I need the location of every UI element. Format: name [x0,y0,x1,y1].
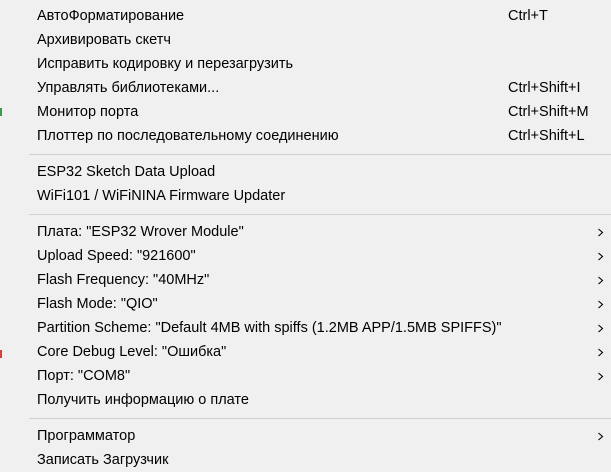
chevron-right-icon [597,424,607,448]
menu-group-editing: АвтоФорматирование Ctrl+T Архивировать с… [0,4,611,148]
menu-item-board[interactable]: Плата: "ESP32 Wrover Module" [0,220,611,244]
menu-item-label: WiFi101 / WiFiNINA Firmware Updater [37,188,286,204]
chevron-right-icon [597,316,607,340]
menu-item-label: Архивировать скетч [37,32,171,48]
menu-item-label: Upload Speed: "921600" [37,248,196,264]
menu-item-label: Управлять библиотеками... [37,80,220,96]
menu-item-label: Монитор порта [37,104,139,120]
menu-group-board-settings: Плата: "ESP32 Wrover Module" Upload Spee… [0,220,611,412]
menu-item-serial-plotter[interactable]: Плоттер по последовательному соединению … [0,124,611,148]
menu-item-label: Partition Scheme: "Default 4MB with spif… [37,320,502,336]
menu-item-board-info[interactable]: Получить информацию о плате [0,388,611,412]
menu-item-label: Core Debug Level: "Ошибка" [37,344,227,360]
menu-item-flash-frequency[interactable]: Flash Frequency: "40MHz" [0,268,611,292]
menu-item-shortcut: Ctrl+Shift+L [508,128,585,144]
tools-dropdown-menu: АвтоФорматирование Ctrl+T Архивировать с… [0,0,611,472]
chevron-right-icon [597,340,607,364]
menu-group-programmer: Программатор Записать Загрузчик [0,424,611,472]
menu-item-label: Исправить кодировку и перезагрузить [37,56,294,72]
chevron-right-icon [597,268,607,292]
menu-item-label: Получить информацию о плате [37,392,249,408]
menu-item-partition-scheme[interactable]: Partition Scheme: "Default 4MB with spif… [0,316,611,340]
menu-item-archive-sketch[interactable]: Архивировать скетч [0,28,611,52]
menu-item-label: ESP32 Sketch Data Upload [37,164,216,180]
chevron-right-icon [597,220,607,244]
chevron-right-icon [597,364,607,388]
chevron-right-icon [597,292,607,316]
menu-item-label: Записать Загрузчик [37,452,169,468]
menu-item-label: Flash Mode: "QIO" [37,296,158,312]
menu-item-label: АвтоФорматирование [37,8,185,24]
menu-item-shortcut: Ctrl+Shift+M [508,104,589,120]
menu-item-label: Порт: "COM8" [37,368,131,384]
menu-item-fix-encoding-reload[interactable]: Исправить кодировку и перезагрузить [0,52,611,76]
menu-item-shortcut: Ctrl+T [508,8,548,24]
menu-item-wifi-firmware-updater[interactable]: WiFi101 / WiFiNINA Firmware Updater [0,184,611,208]
menu-item-burn-bootloader[interactable]: Записать Загрузчик [0,448,611,472]
menu-item-port[interactable]: Порт: "COM8" [0,364,611,388]
menu-item-serial-monitor[interactable]: Монитор порта Ctrl+Shift+M [0,100,611,124]
menu-item-esp32-data-upload[interactable]: ESP32 Sketch Data Upload [0,160,611,184]
menu-item-label: Плоттер по последовательному соединению [37,128,339,144]
menu-item-label: Программатор [37,428,136,444]
menu-item-label: Плата: "ESP32 Wrover Module" [37,224,244,240]
menu-group-tools: ESP32 Sketch Data Upload WiFi101 / WiFiN… [0,160,611,208]
menu-item-core-debug-level[interactable]: Core Debug Level: "Ошибка" [0,340,611,364]
menu-item-shortcut: Ctrl+Shift+I [508,80,581,96]
menu-item-manage-libraries[interactable]: Управлять библиотеками... Ctrl+Shift+I [0,76,611,100]
menu-item-label: Flash Frequency: "40MHz" [37,272,210,288]
menu-item-flash-mode[interactable]: Flash Mode: "QIO" [0,292,611,316]
chevron-right-icon [597,244,607,268]
menu-item-auto-format[interactable]: АвтоФорматирование Ctrl+T [0,4,611,28]
menu-item-upload-speed[interactable]: Upload Speed: "921600" [0,244,611,268]
menu-item-programmer[interactable]: Программатор [0,424,611,448]
